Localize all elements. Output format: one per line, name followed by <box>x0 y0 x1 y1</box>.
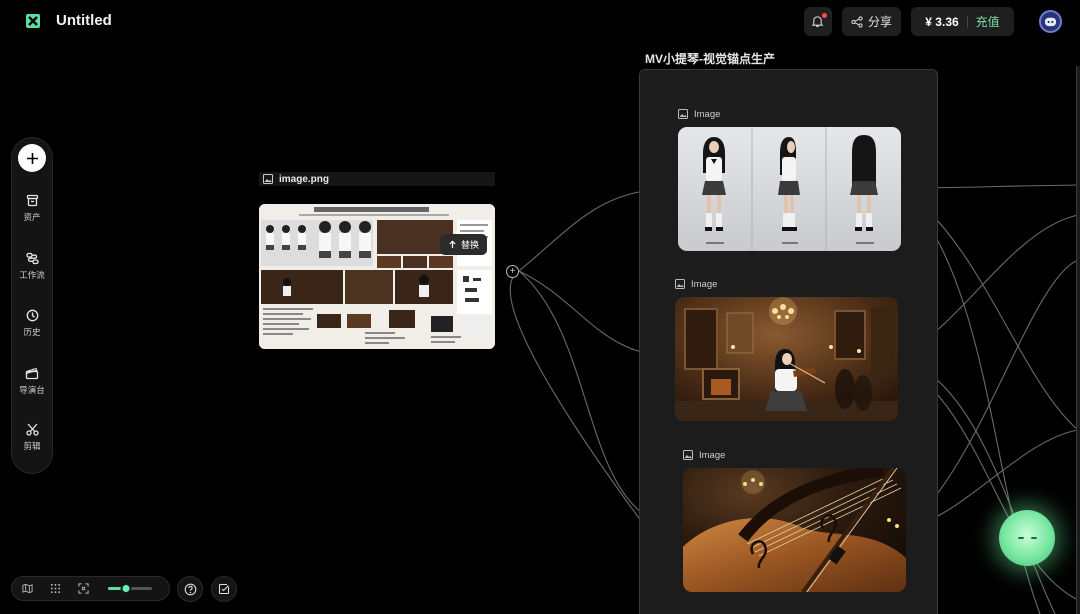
node-header: image.png <box>259 172 495 186</box>
sidebar-item-director[interactable]: 导演台 <box>12 366 52 396</box>
help-button[interactable] <box>177 576 203 602</box>
image-icon <box>683 450 693 460</box>
edit-note-icon <box>218 583 230 595</box>
sidebar-item-assets[interactable]: 资产 <box>12 194 52 223</box>
violinist-hall-image <box>675 297 898 421</box>
image-node-turnaround[interactable]: Image <box>678 107 901 251</box>
wallet-divider <box>966 15 968 28</box>
assets-icon <box>26 194 38 207</box>
canvas-toolbar <box>11 576 170 601</box>
character-turnaround-image <box>678 127 901 251</box>
share-icon <box>851 15 863 28</box>
fit-view-icon[interactable] <box>78 583 89 594</box>
sidebar-item-label: 资产 <box>23 212 41 222</box>
question-icon <box>184 583 196 595</box>
clapperboard-icon <box>25 367 39 380</box>
zoom-slider[interactable] <box>108 583 152 594</box>
replace-image-button[interactable]: 替换 <box>439 234 487 255</box>
image-node-preview <box>678 127 901 251</box>
grid-icon[interactable] <box>50 583 61 594</box>
image-node-preview <box>675 297 898 421</box>
image-node-label: Image <box>694 108 721 120</box>
sidebar-item-label: 历史 <box>23 327 41 337</box>
left-sidebar: 资产 工作流 历史 导演台 剪辑 <box>11 137 53 474</box>
sidebar-item-workflow[interactable]: 工作流 <box>12 252 52 281</box>
add-node-button[interactable] <box>18 144 46 172</box>
map-icon[interactable] <box>22 583 33 594</box>
group-title[interactable]: MV小提琴-视觉锚点生产 <box>645 50 775 67</box>
image-node-preview <box>683 468 906 592</box>
assistant-eye-left <box>1017 537 1024 539</box>
replace-label: 替换 <box>460 240 479 250</box>
output-handle[interactable]: + <box>506 265 519 278</box>
offscreen-group-edge <box>1076 66 1080 614</box>
recharge-button[interactable]: 充值 <box>976 13 1000 30</box>
top-actions: 分享 ¥ 3.36 充值 <box>803 7 1014 36</box>
scissors-icon <box>25 423 39 436</box>
assistant-eye-right <box>1030 537 1037 539</box>
sidebar-item-label: 导演台 <box>19 385 45 395</box>
balance-amount: ¥ 3.36 <box>925 14 959 29</box>
history-icon <box>26 309 38 322</box>
image-node-violin[interactable]: Image <box>683 448 906 592</box>
image-icon <box>675 279 685 289</box>
notifications-button[interactable] <box>803 7 832 36</box>
share-label: 分享 <box>867 15 892 29</box>
image-node-header: Image <box>678 107 901 121</box>
image-icon <box>678 109 688 119</box>
node-group[interactable]: Image Image Image <box>639 69 938 614</box>
wallet-widget[interactable]: ¥ 3.36 充值 <box>911 7 1014 36</box>
share-button[interactable]: 分享 <box>841 7 901 36</box>
sidebar-item-label: 剪辑 <box>23 441 41 451</box>
image-icon <box>263 174 273 184</box>
zoom-slider-thumb[interactable] <box>120 583 132 594</box>
node-filename: image.png <box>279 173 330 185</box>
workflow-icon <box>25 252 39 265</box>
image-node-header: Image <box>683 448 906 462</box>
sidebar-item-history[interactable]: 历史 <box>12 309 52 338</box>
user-avatar[interactable] <box>1039 10 1062 33</box>
sidebar-item-label: 工作流 <box>19 270 45 280</box>
design-sheet-thumbnail <box>259 204 495 349</box>
notes-button[interactable] <box>211 576 237 602</box>
image-node-hall[interactable]: Image <box>675 277 898 421</box>
sidebar-item-edit[interactable]: 剪辑 <box>12 423 52 452</box>
ai-assistant-button[interactable] <box>999 510 1055 566</box>
image-node-label: Image <box>699 449 726 461</box>
image-node-label: Image <box>691 278 718 290</box>
violin-closeup-image <box>683 468 906 592</box>
document-title[interactable]: Untitled <box>56 12 112 29</box>
plus-icon <box>26 152 38 164</box>
app-logo-icon[interactable] <box>24 12 42 30</box>
image-node-header: Image <box>675 277 898 291</box>
upload-arrow-icon <box>449 240 456 248</box>
robot-avatar-icon <box>1044 17 1057 27</box>
source-image-preview: 替换 <box>259 204 495 349</box>
notification-dot <box>821 13 827 18</box>
source-image-node[interactable]: image.png 替换 <box>259 172 495 349</box>
